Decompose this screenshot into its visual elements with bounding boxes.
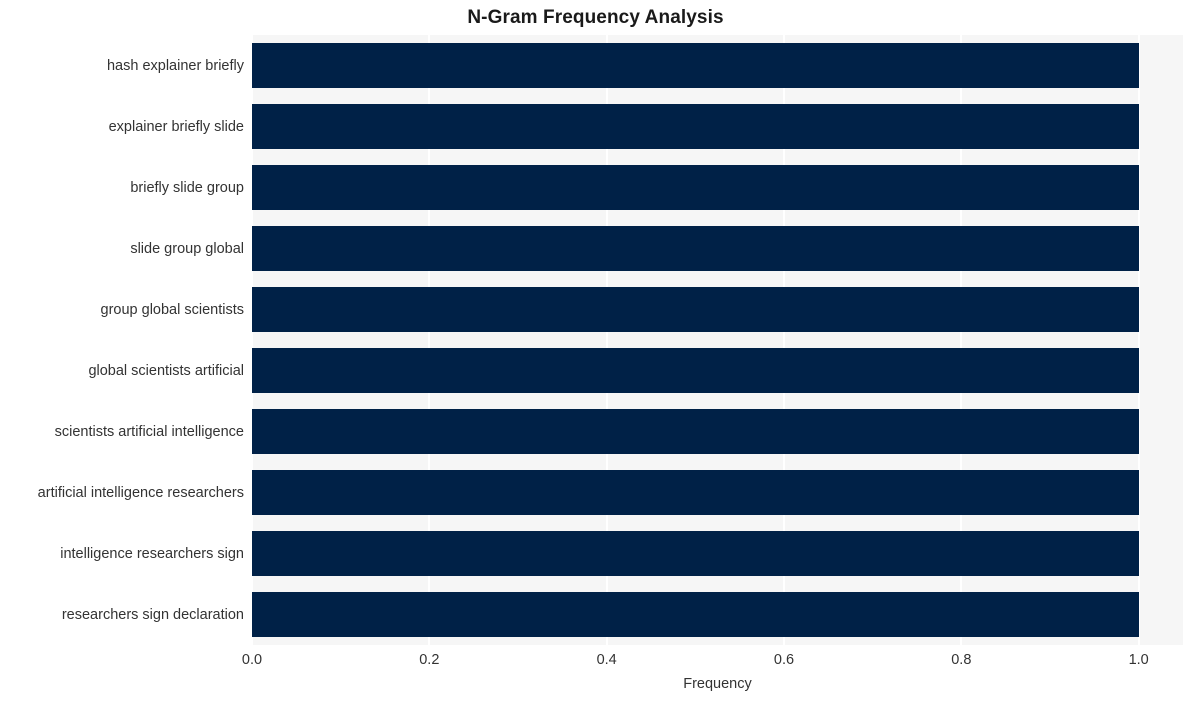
y-tick-label: researchers sign declaration — [61, 606, 244, 623]
x-tick-label: 1.0 — [1128, 652, 1149, 668]
bar[interactable] — [252, 226, 1139, 271]
x-tick-label: 0.4 — [596, 652, 617, 668]
bar[interactable] — [252, 348, 1139, 393]
bar[interactable] — [252, 287, 1139, 332]
bar[interactable] — [252, 531, 1139, 576]
y-tick-label: briefly slide group — [130, 179, 244, 196]
chart-figure: N-Gram Frequency Analysis hash explainer… — [0, 0, 1191, 701]
chart-title: N-Gram Frequency Analysis — [467, 7, 724, 28]
y-tick-label: group global scientists — [100, 301, 244, 318]
x-tick-label: 0.6 — [773, 652, 795, 668]
bar[interactable] — [252, 165, 1139, 210]
bar[interactable] — [252, 409, 1139, 454]
y-tick-label: global scientists artificial — [88, 362, 244, 379]
x-tick-label: 0.0 — [241, 652, 263, 668]
x-axis-label: Frequency — [683, 676, 752, 692]
bar[interactable] — [252, 104, 1139, 149]
y-tick-label: intelligence researchers sign — [60, 545, 244, 562]
plot-area — [252, 35, 1183, 645]
y-tick-label: scientists artificial intelligence — [54, 423, 244, 440]
bar[interactable] — [252, 43, 1139, 88]
x-axis-tick-labels: 0.0 0.2 0.4 0.6 0.8 1.0 — [242, 650, 1183, 672]
bar[interactable] — [252, 470, 1139, 515]
y-tick-label: hash explainer briefly — [106, 57, 244, 74]
x-tick-label: 0.2 — [419, 652, 440, 668]
y-tick-label: artificial intelligence researchers — [37, 484, 244, 501]
bar[interactable] — [252, 592, 1139, 637]
y-axis-tick-labels: hash explainer briefly explainer briefly … — [0, 35, 244, 645]
y-tick-label: explainer briefly slide — [108, 118, 244, 135]
y-tick-label: slide group global — [130, 240, 244, 257]
x-tick-label: 0.8 — [951, 652, 972, 668]
